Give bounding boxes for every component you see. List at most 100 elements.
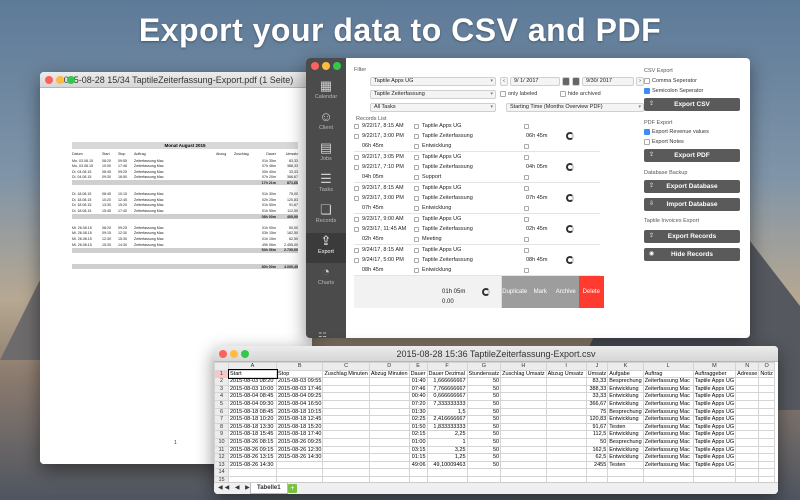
job-select[interactable]: Taptile Zeiterfassung ▾ [370,90,496,99]
sheet-tab[interactable]: Tabelle1 [250,483,288,494]
cell[interactable] [758,392,775,401]
checkbox-box[interactable] [644,77,650,84]
cell[interactable] [322,468,370,477]
cell[interactable] [735,453,760,462]
cell[interactable]: Besprechung [607,437,644,447]
spreadsheet-window[interactable]: 2015-08-28 15:36 TaptileZeiterfassung-Ex… [214,346,778,494]
cell[interactable]: 120,83 [585,415,609,424]
cell[interactable] [500,422,547,432]
cell[interactable] [735,445,760,455]
column-header[interactable]: I [545,362,587,371]
cell[interactable]: Zeiterfassung Mac [642,399,694,409]
sheet-corner[interactable] [214,362,229,371]
sidebar-item-jobs[interactable]: ▤ Jobs [306,140,346,170]
cell[interactable]: Zuschlag Minuten [322,369,370,379]
swiped-record[interactable]: 01h 05m 0.00 [354,276,502,308]
cell[interactable]: 2015-08-18 15:45 [228,430,277,439]
cell[interactable] [368,453,410,462]
row-number[interactable]: 2 [214,377,229,386]
cell[interactable]: 1,5 [426,407,468,417]
zoom-button[interactable] [241,350,249,358]
cell[interactable]: Zeiterfassung Mac [642,392,694,401]
cell[interactable] [735,460,760,470]
row-number[interactable]: 4 [214,392,229,401]
cell[interactable] [545,377,587,386]
hide-records-button[interactable]: ◉ Hide Records [644,248,740,261]
cell[interactable]: 75 [585,407,609,417]
cell[interactable] [322,453,370,462]
cell[interactable] [368,460,410,470]
cell[interactable]: Besprechung [607,377,644,386]
cell[interactable]: Taptile Apps UG [692,392,737,401]
cell[interactable] [545,453,587,462]
cell[interactable]: 49:06 [408,460,428,470]
cell[interactable]: 91,67 [585,422,609,432]
cell[interactable] [735,415,760,424]
cell[interactable] [368,468,410,477]
cell[interactable] [322,415,370,424]
zoom-button[interactable] [333,62,341,70]
cell[interactable] [545,445,587,455]
cell[interactable] [368,407,410,417]
cell[interactable] [500,415,547,424]
cell[interactable]: 50 [466,377,502,386]
cell[interactable]: 2015-08-04 09:25 [275,392,324,401]
cell[interactable]: 7,333333333 [426,399,468,409]
sidebar-item-client[interactable]: ☺ Client [306,109,346,139]
delete-button[interactable]: Delete [578,276,604,308]
column-header[interactable]: K [607,362,644,371]
cell[interactable]: Testen [607,422,644,432]
cell[interactable] [758,430,775,439]
cell[interactable] [735,468,760,477]
cell[interactable] [228,468,277,477]
cell[interactable] [735,437,760,447]
cell[interactable]: Zeiterfassung Mac [642,407,694,417]
cell[interactable]: 112,5 [585,430,609,439]
cell[interactable]: 50 [466,445,502,455]
cell[interactable]: 2015-08-18 12:45 [275,415,324,424]
column-header[interactable]: G [466,362,502,371]
cell[interactable] [322,377,370,386]
cell[interactable]: 1,666666667 [426,377,468,386]
cell[interactable]: Adresse [735,369,760,379]
cell[interactable] [758,407,775,417]
sort-select[interactable]: Starting Time (Months Overview PDF) ▾ [506,103,644,112]
cell[interactable]: 07:46 [408,384,428,394]
client-select[interactable]: Taptile Apps UG ▾ [370,77,496,86]
column-header[interactable]: A [228,362,277,371]
cell[interactable] [758,384,775,394]
cell[interactable]: 3,25 [426,445,468,455]
cell[interactable]: Dauer [408,369,428,379]
cell[interactable]: 2015-08-04 09:30 [228,399,277,409]
export-notes-checkbox[interactable]: Export Notes [644,138,684,146]
cell[interactable] [322,392,370,401]
cell[interactable] [275,460,324,470]
cell[interactable] [466,468,502,477]
cell[interactable]: 2,416666667 [426,415,468,424]
cell[interactable] [545,468,587,477]
cell[interactable] [500,430,547,439]
cell[interactable]: Taptile Apps UG [692,377,737,386]
cell[interactable]: Taptile Apps UG [692,453,737,462]
cell[interactable]: 2015-08-03 17:46 [275,384,324,394]
cell[interactable]: 50 [466,384,502,394]
cell[interactable] [758,453,775,462]
cell[interactable]: Zeiterfassung Mac [642,445,694,455]
cell[interactable]: 50 [466,407,502,417]
cell[interactable]: 50 [466,392,502,401]
cell[interactable]: 01:40 [408,377,428,386]
cell[interactable] [322,430,370,439]
spreadsheet-titlebar[interactable]: 2015-08-28 15:36 TaptileZeiterfassung-Ex… [214,346,778,362]
cell[interactable] [758,422,775,432]
cell[interactable]: Zeiterfassung Mac [642,422,694,432]
cell[interactable]: Taptile Apps UG [692,460,737,470]
close-button[interactable] [45,76,53,84]
zoom-button[interactable] [67,76,75,84]
prev-period-button[interactable]: ‹ [500,77,508,86]
export-revenue-checkbox[interactable]: Export Revenue values [644,128,709,136]
cell[interactable] [545,407,587,417]
row-number[interactable]: 11 [214,445,229,455]
column-header[interactable]: B [275,362,324,371]
spreadsheet-grid[interactable]: A B C D E F G H I J K L M N O 1 Start Stop Zuschlag Minute… [214,362,778,494]
record-row[interactable]: 9/22/17, 3:05 PM 9/22/17, 7:10 PM 04h 05m T… [354,153,600,183]
